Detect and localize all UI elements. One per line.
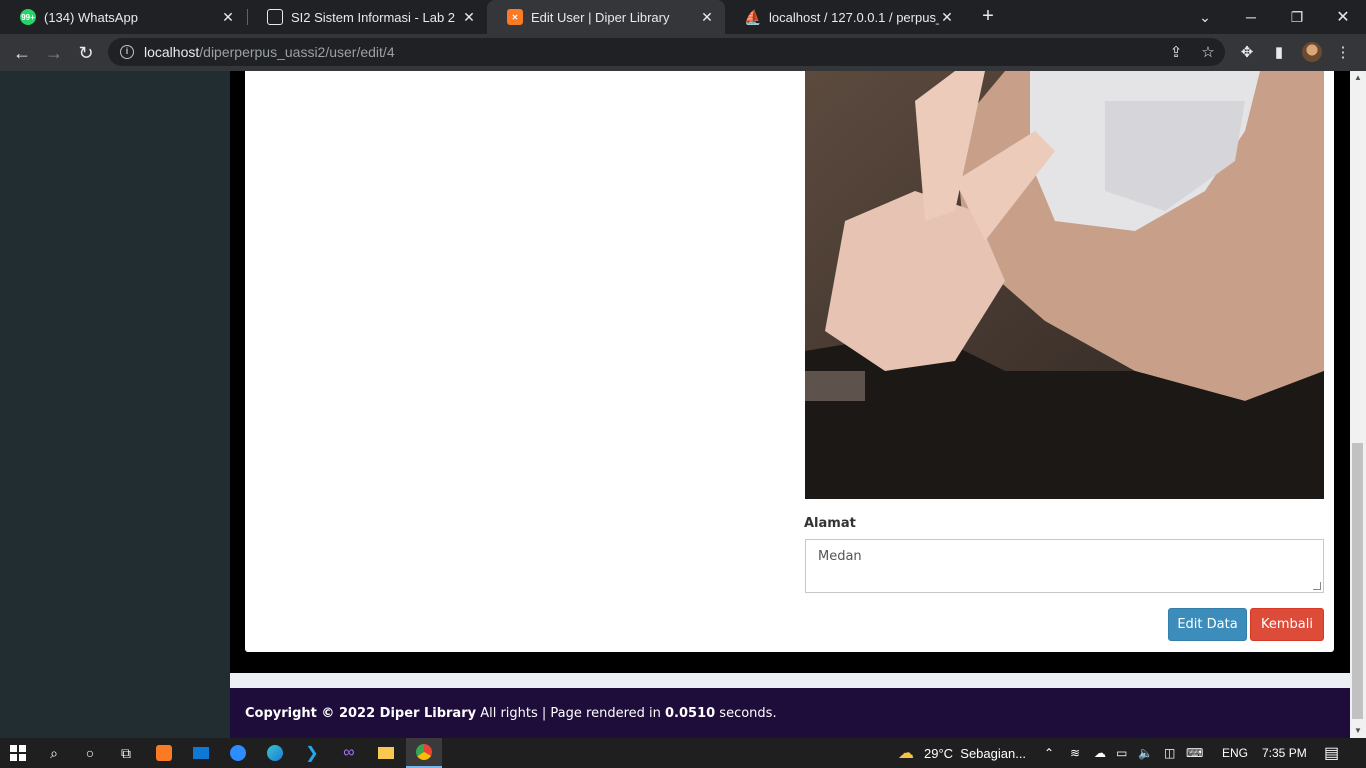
- tab-title: (134) WhatsApp: [44, 9, 138, 25]
- classroom-icon: [267, 9, 283, 25]
- notifications-icon[interactable]: ▤: [1324, 738, 1339, 768]
- kembali-button[interactable]: Kembali: [1250, 608, 1324, 641]
- wifi-icon[interactable]: ≋: [1070, 738, 1080, 768]
- battery-icon[interactable]: ▭: [1116, 738, 1127, 768]
- whatsapp-icon: 99+: [20, 9, 36, 25]
- tab-whatsapp[interactable]: 99+ (134) WhatsApp ✕: [0, 0, 246, 34]
- rights-text: All rights | Page rendered in: [476, 705, 665, 721]
- volume-icon[interactable]: 🔈: [1138, 738, 1153, 768]
- meet-now-icon[interactable]: ◫: [1164, 738, 1175, 768]
- tab-title: SI2 Sistem Informasi - Lab 2: [291, 9, 456, 25]
- page-scrollbar[interactable]: ▲ ▼: [1350, 71, 1366, 738]
- mail-icon[interactable]: [183, 738, 219, 768]
- tray-chevron-icon[interactable]: ⌃: [1044, 738, 1054, 768]
- alamat-value: Medan: [818, 549, 862, 564]
- phpmyadmin-icon: ⛵: [744, 8, 762, 25]
- close-tab-icon[interactable]: ✕: [939, 9, 955, 26]
- share-icon[interactable]: ⇪: [1166, 43, 1186, 63]
- zoom-icon[interactable]: [220, 738, 256, 768]
- xampp-taskbar-icon[interactable]: [146, 738, 182, 768]
- tab-title: Edit User | Diper Library: [531, 9, 670, 25]
- vscode-icon[interactable]: ❯: [294, 738, 330, 768]
- seconds-text: seconds.: [715, 705, 777, 721]
- task-view-icon[interactable]: ⧉: [108, 738, 144, 768]
- clock[interactable]: 7:35 PM: [1262, 738, 1307, 768]
- xampp-icon: ✕: [507, 9, 523, 25]
- close-tab-icon[interactable]: ✕: [699, 9, 715, 26]
- back-icon[interactable]: ←: [8, 39, 36, 67]
- weather-icon: ☁: [898, 745, 914, 762]
- scroll-down-icon[interactable]: ▼: [1350, 724, 1366, 738]
- tab-edit-user[interactable]: ✕ Edit User | Diper Library ✕: [487, 0, 725, 34]
- user-photo: [805, 71, 1324, 499]
- url-text: localhost/diperperpus_uassi2/user/edit/4: [144, 44, 395, 60]
- site-info-icon[interactable]: i: [120, 45, 134, 59]
- edit-data-button[interactable]: Edit Data: [1168, 608, 1247, 641]
- new-tab-button[interactable]: +: [977, 5, 999, 27]
- content-wrapper: Alamat Medan Edit Data Kembali: [230, 71, 1350, 688]
- render-time: 0.0510: [665, 705, 716, 721]
- language-indicator[interactable]: ENG: [1222, 738, 1248, 768]
- reload-icon[interactable]: ↻: [72, 39, 100, 67]
- tab-si2[interactable]: SI2 Sistem Informasi - Lab 2 ✕: [247, 0, 487, 34]
- browser-toolbar: ← → ↻ i localhost/diperperpus_uassi2/use…: [0, 34, 1366, 71]
- visual-studio-icon[interactable]: ∞: [331, 738, 367, 768]
- weather-widget[interactable]: ☁ 29°C Sebagian...: [898, 738, 1026, 768]
- chrome-icon[interactable]: [406, 738, 442, 768]
- restore-button[interactable]: ❐: [1274, 0, 1320, 34]
- tab-title: localhost / 127.0.0.1 / perpus_si2: [769, 9, 939, 25]
- scroll-thumb[interactable]: [1352, 443, 1363, 719]
- keyboard-icon[interactable]: ⌨: [1186, 738, 1203, 768]
- scroll-up-icon[interactable]: ▲: [1350, 71, 1366, 85]
- resize-handle[interactable]: [1313, 582, 1321, 590]
- sidebar: [0, 71, 230, 738]
- alamat-textarea[interactable]: Medan: [805, 539, 1324, 593]
- close-tab-icon[interactable]: ✕: [220, 9, 236, 26]
- tab-phpmyadmin[interactable]: ⛵ localhost / 127.0.0.1 / perpus_si2 ✕: [725, 0, 965, 34]
- copyright-text: Copyright © 2022 Diper Library: [245, 705, 477, 721]
- profile-avatar[interactable]: [1302, 42, 1322, 62]
- weather-text: 29°C Sebagian...: [924, 745, 1027, 761]
- page-footer: Copyright © 2022 Diper Library All right…: [230, 688, 1350, 738]
- side-panel-icon[interactable]: ▮: [1269, 43, 1289, 63]
- search-icon[interactable]: ⌕: [36, 738, 72, 768]
- address-bar[interactable]: i localhost/diperperpus_uassi2/user/edit…: [108, 38, 1225, 66]
- tab-strip: 99+ (134) WhatsApp ✕ SI2 Sistem Informas…: [0, 0, 1366, 34]
- cortana-icon[interactable]: ○: [72, 738, 108, 768]
- alamat-label: Alamat: [804, 516, 856, 531]
- page-viewport: Alamat Medan Edit Data Kembali Copyright…: [0, 71, 1350, 738]
- cloud-sync-icon[interactable]: ☁: [1094, 738, 1106, 768]
- bookmark-star-icon[interactable]: ☆: [1198, 43, 1218, 63]
- close-tab-icon[interactable]: ✕: [461, 9, 477, 26]
- minimize-button[interactable]: ─: [1228, 0, 1274, 34]
- file-explorer-icon[interactable]: [368, 738, 404, 768]
- close-window-button[interactable]: ✕: [1320, 0, 1366, 34]
- footer-divider: [230, 673, 1350, 688]
- tab-search-icon[interactable]: ⌄: [1182, 0, 1228, 34]
- menu-icon[interactable]: ⋮: [1333, 43, 1353, 63]
- extensions-icon[interactable]: ✥: [1237, 43, 1257, 63]
- start-icon[interactable]: [0, 738, 36, 768]
- forward-icon[interactable]: →: [40, 39, 68, 67]
- windows-taskbar: ⌕ ○ ⧉ ❯ ∞ ☁ 29°C Sebagian... ⌃ ≋ ☁ ▭ 🔈 ◫…: [0, 738, 1366, 768]
- edge-icon[interactable]: [257, 738, 293, 768]
- edit-user-box: Alamat Medan Edit Data Kembali: [245, 71, 1334, 652]
